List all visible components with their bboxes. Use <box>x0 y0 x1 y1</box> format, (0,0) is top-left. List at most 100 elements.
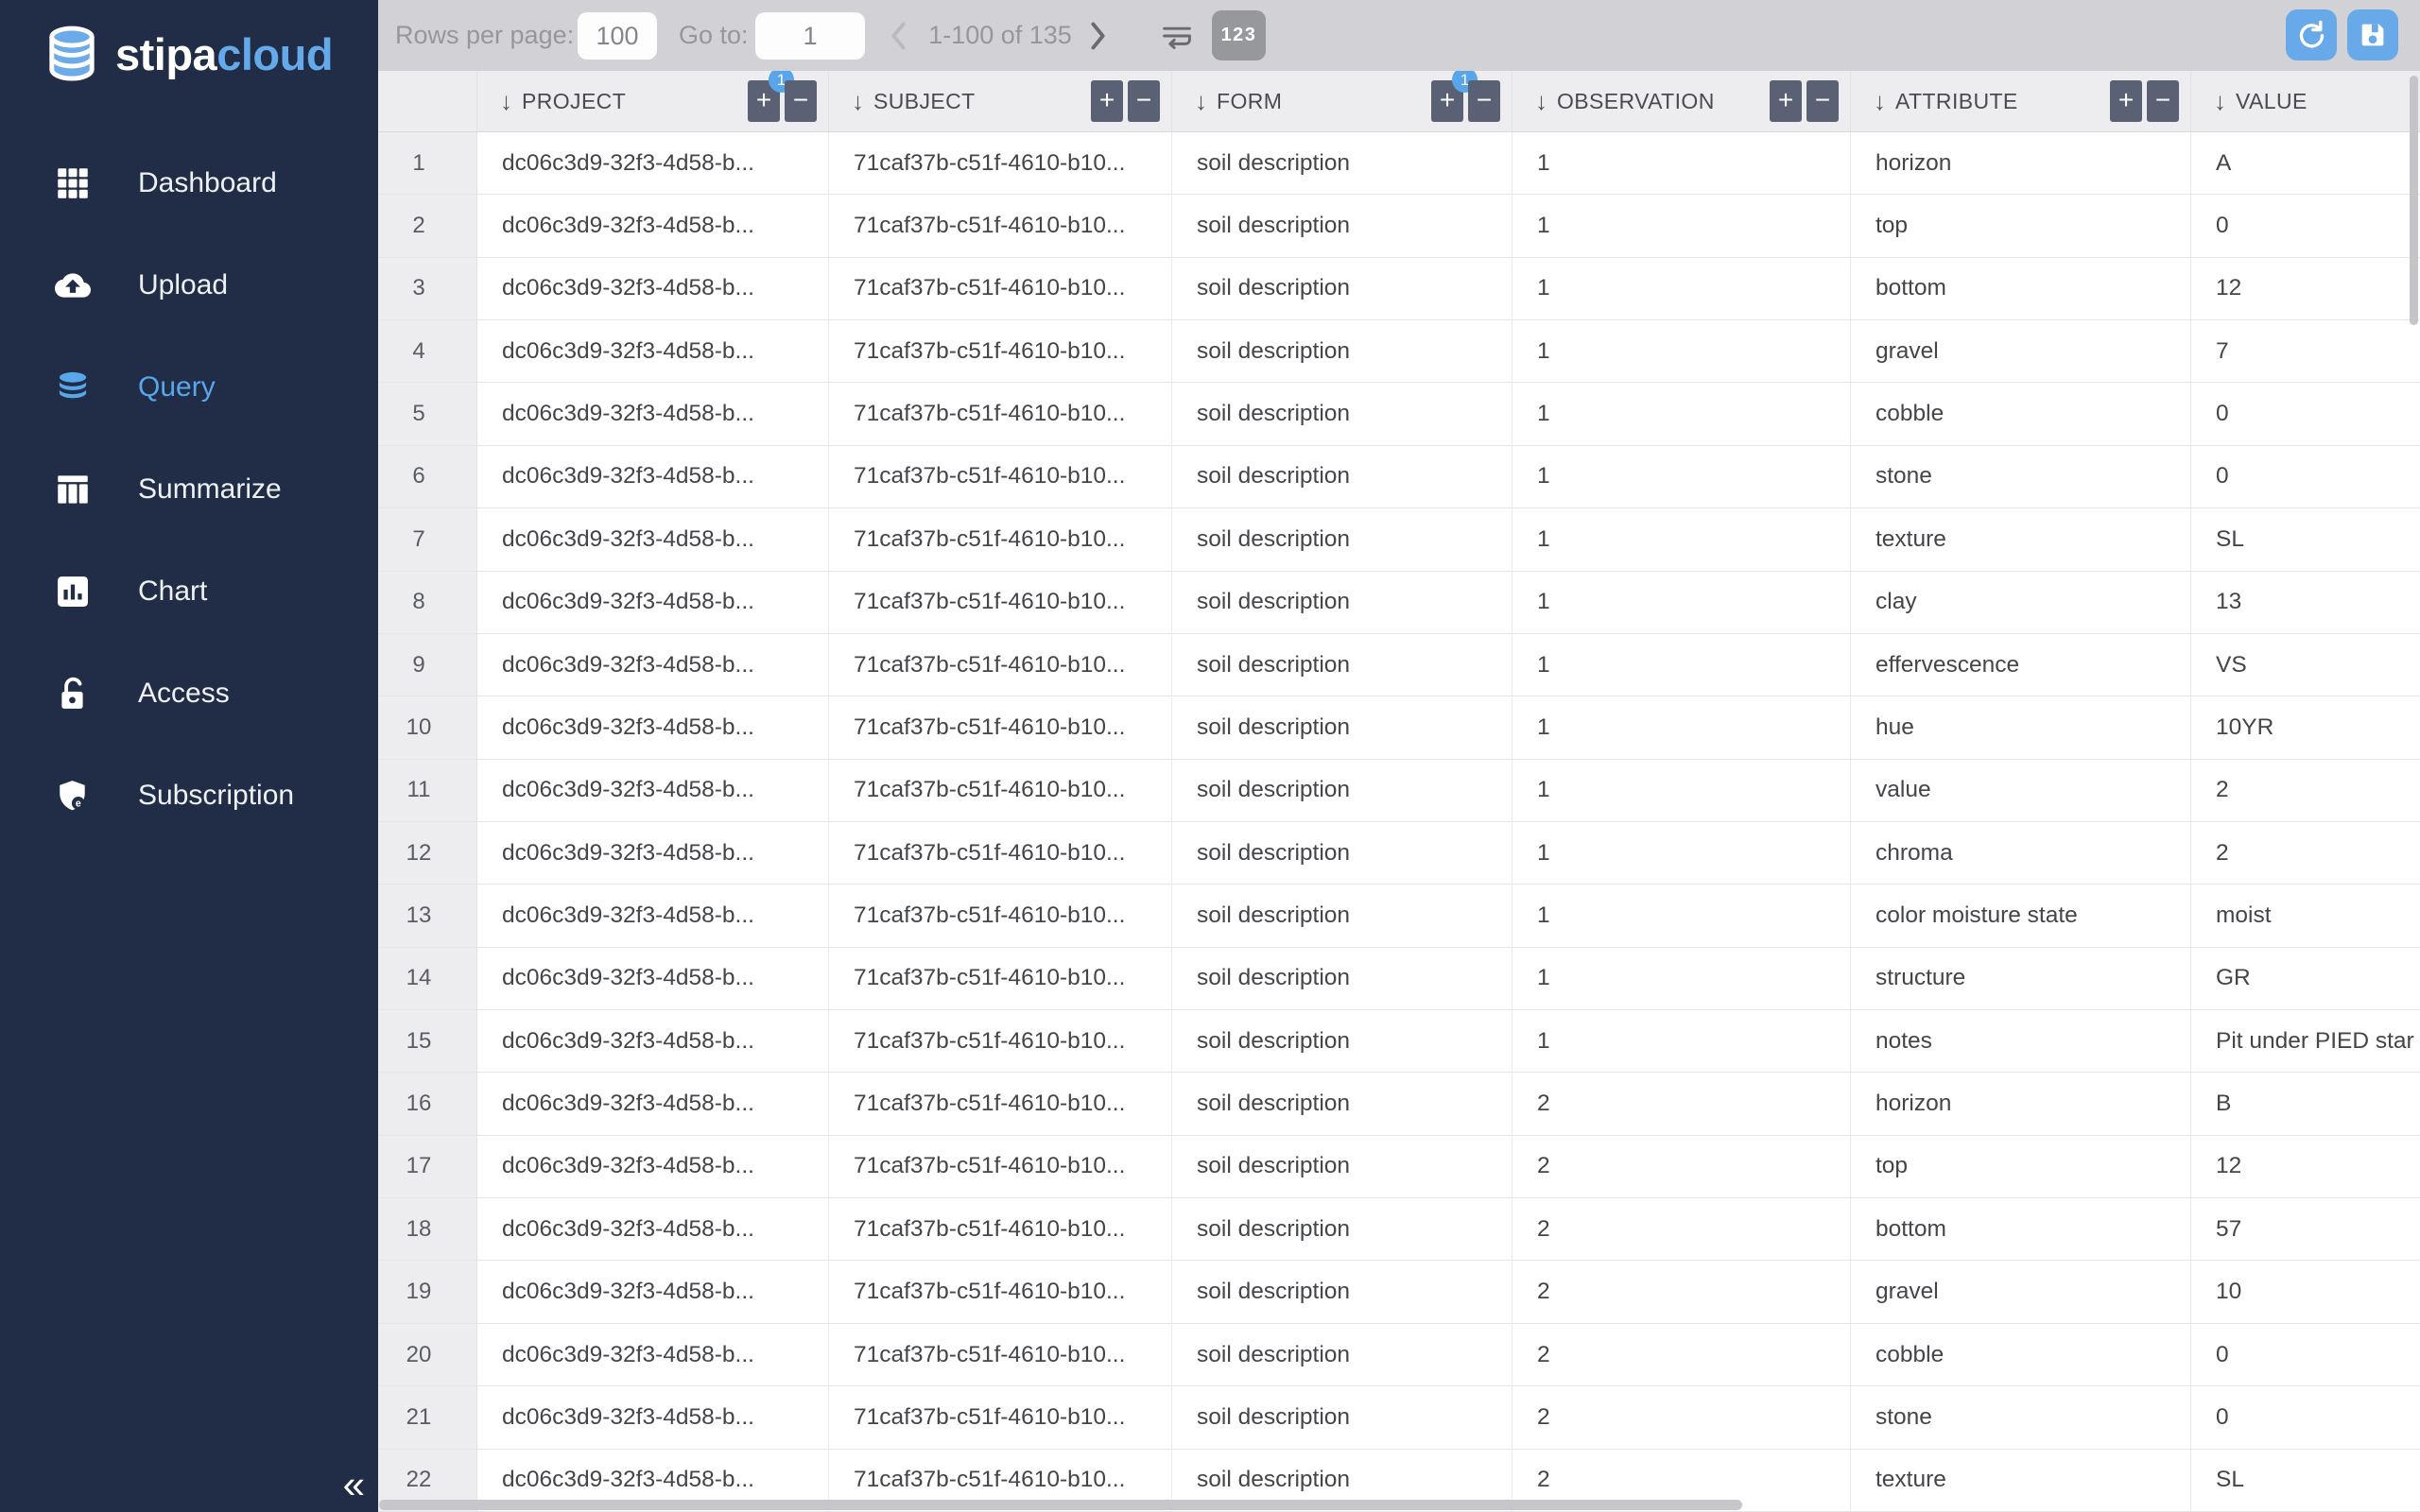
project-cell: dc06c3d9-32f3-4d58-b... <box>477 1198 829 1262</box>
sort-descending-icon: ↓ <box>2214 87 2226 115</box>
table-row: 15 dc06c3d9-32f3-4d58-b... 71caf37b-c51f… <box>378 1010 2420 1074</box>
add-filter-button[interactable]: +1 <box>1431 71 1478 122</box>
rows-per-page-input[interactable] <box>578 12 657 60</box>
subject-cell: 71caf37b-c51f-4610-b10... <box>829 759 1172 822</box>
app-title: stipacloud <box>115 28 334 79</box>
header-cell-subject[interactable]: ↓ SUBJECT + − <box>829 71 1172 131</box>
row-number-cell: 13 <box>378 885 477 948</box>
form-cell: soil description <box>1172 445 1512 509</box>
remove-filter-button[interactable]: − <box>1806 80 1839 122</box>
observation-cell: 1 <box>1512 445 1851 509</box>
add-filter-button[interactable]: + <box>2110 80 2142 122</box>
row-number-cell: 9 <box>378 633 477 697</box>
row-number-cell: 5 <box>378 383 477 446</box>
attribute-cell: structure <box>1851 947 2191 1011</box>
remove-filter-button[interactable]: − <box>1468 80 1500 122</box>
value-cell: 2 <box>2191 822 2420 885</box>
subject-cell: 71caf37b-c51f-4610-b10... <box>829 1198 1172 1262</box>
sidebar-item-dashboard[interactable]: Dashboard <box>0 132 378 234</box>
subject-cell: 71caf37b-c51f-4610-b10... <box>829 1073 1172 1136</box>
table-row: 17 dc06c3d9-32f3-4d58-b... 71caf37b-c51f… <box>378 1135 2420 1199</box>
attribute-cell: top <box>1851 1135 2191 1199</box>
sidebar-item-summarize[interactable]: Summarize <box>0 438 378 541</box>
header-cell-value[interactable]: ↓ VALUE <box>2191 71 2420 131</box>
sidebar-item-label: Access <box>138 678 230 709</box>
sidebar-collapse-button[interactable]: « <box>343 1465 365 1504</box>
header-cell-project[interactable]: ↓ PROJECT +1 − <box>477 71 829 131</box>
form-cell: soil description <box>1172 1198 1512 1262</box>
row-number-cell: 1 <box>378 132 477 196</box>
table-row: 1 dc06c3d9-32f3-4d58-b... 71caf37b-c51f-… <box>378 132 2420 196</box>
row-number-cell: 7 <box>378 508 477 572</box>
form-cell: soil description <box>1172 1135 1512 1199</box>
observation-cell: 1 <box>1512 257 1851 321</box>
attribute-cell: top <box>1851 195 2191 258</box>
grid-icon <box>55 165 91 201</box>
next-page-button[interactable] <box>1085 0 1110 71</box>
value-cell: 0 <box>2191 195 2420 258</box>
form-cell: soil description <box>1172 696 1512 760</box>
project-cell: dc06c3d9-32f3-4d58-b... <box>477 633 829 697</box>
form-cell: soil description <box>1172 257 1512 321</box>
sidebar-item-access[interactable]: Access <box>0 643 378 745</box>
subject-cell: 71caf37b-c51f-4610-b10... <box>829 195 1172 258</box>
attribute-cell: cobble <box>1851 1323 2191 1387</box>
subject-cell: 71caf37b-c51f-4610-b10... <box>829 571 1172 634</box>
numeric-mode-toggle[interactable]: 123 <box>1212 10 1266 60</box>
value-cell: 7 <box>2191 320 2420 384</box>
rows-per-page-label: Rows per page: <box>395 21 575 49</box>
sidebar-item-chart[interactable]: Chart <box>0 541 378 643</box>
subject-cell: 71caf37b-c51f-4610-b10... <box>829 696 1172 760</box>
add-filter-button[interactable]: +1 <box>748 71 794 122</box>
horizontal-scrollbar[interactable] <box>379 1500 1742 1510</box>
observation-cell: 1 <box>1512 1010 1851 1074</box>
subject-cell: 71caf37b-c51f-4610-b10... <box>829 885 1172 948</box>
table-row: 16 dc06c3d9-32f3-4d58-b... 71caf37b-c51f… <box>378 1073 2420 1136</box>
sidebar-item-query[interactable]: Query <box>0 336 378 438</box>
remove-filter-button[interactable]: − <box>785 80 817 122</box>
go-to-input[interactable] <box>755 12 865 60</box>
attribute-cell: texture <box>1851 1449 2191 1512</box>
subject-cell: 71caf37b-c51f-4610-b10... <box>829 947 1172 1011</box>
save-button[interactable] <box>2347 9 2398 60</box>
attribute-cell: horizon <box>1851 1073 2191 1136</box>
sidebar-item-upload[interactable]: Upload <box>0 234 378 336</box>
form-cell: soil description <box>1172 571 1512 634</box>
table-row: 4 dc06c3d9-32f3-4d58-b... 71caf37b-c51f-… <box>378 320 2420 384</box>
header-cell-observation[interactable]: ↓ OBSERVATION + − <box>1512 71 1851 131</box>
form-cell: soil description <box>1172 633 1512 697</box>
lock-open-icon <box>55 676 91 712</box>
add-filter-button[interactable]: + <box>1091 80 1123 122</box>
wrap-text-icon[interactable] <box>1159 0 1195 71</box>
project-cell: dc06c3d9-32f3-4d58-b... <box>477 1010 829 1074</box>
observation-cell: 1 <box>1512 633 1851 697</box>
add-filter-button[interactable]: + <box>1770 80 1802 122</box>
value-cell: GR <box>2191 948 2420 1011</box>
observation-cell: 1 <box>1512 696 1851 760</box>
refresh-button[interactable] <box>2286 9 2337 60</box>
header-cell-form[interactable]: ↓ FORM +1 − <box>1172 71 1512 131</box>
subject-cell: 71caf37b-c51f-4610-b10... <box>829 257 1172 321</box>
header-cell-attribute[interactable]: ↓ ATTRIBUTE + − <box>1851 71 2191 131</box>
project-cell: dc06c3d9-32f3-4d58-b... <box>477 132 829 196</box>
sidebar-item-subscription[interactable]: e Subscription <box>0 745 378 847</box>
subject-cell: 71caf37b-c51f-4610-b10... <box>829 1386 1172 1450</box>
attribute-cell: stone <box>1851 1386 2191 1450</box>
database-icon <box>55 369 91 405</box>
observation-cell: 1 <box>1512 885 1851 948</box>
attribute-cell: hue <box>1851 696 2191 760</box>
attribute-cell: clay <box>1851 571 2191 634</box>
project-cell: dc06c3d9-32f3-4d58-b... <box>477 1261 829 1324</box>
observation-cell: 1 <box>1512 947 1851 1011</box>
observation-cell: 1 <box>1512 320 1851 384</box>
topbar: Rows per page: Go to: 1-100 of 135 123 <box>378 0 2420 71</box>
attribute-cell: stone <box>1851 445 2191 509</box>
remove-filter-button[interactable]: − <box>2147 80 2179 122</box>
observation-cell: 1 <box>1512 508 1851 572</box>
vertical-scrollbar[interactable] <box>2410 76 2418 325</box>
project-cell: dc06c3d9-32f3-4d58-b... <box>477 821 829 885</box>
project-cell: dc06c3d9-32f3-4d58-b... <box>477 195 829 258</box>
remove-filter-button[interactable]: − <box>1128 80 1160 122</box>
previous-page-button[interactable] <box>887 0 911 71</box>
subject-cell: 71caf37b-c51f-4610-b10... <box>829 1261 1172 1324</box>
